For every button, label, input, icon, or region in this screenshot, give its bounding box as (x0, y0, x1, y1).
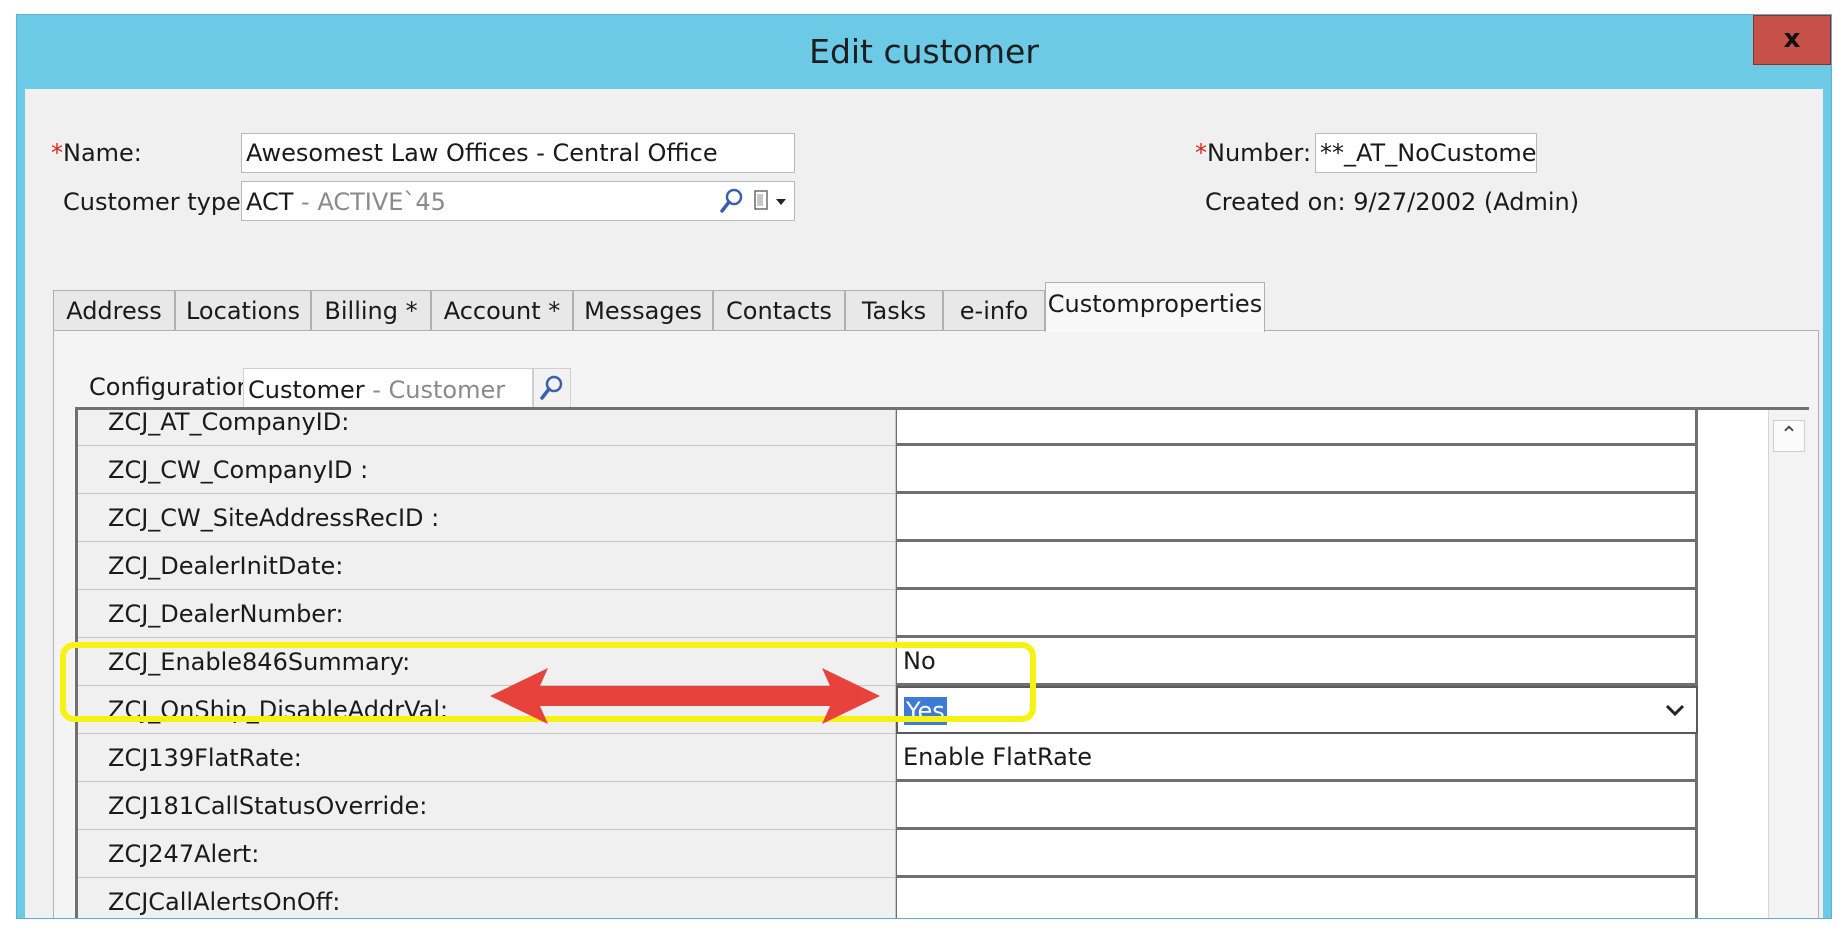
edit-customer-window: Edit customer x *Name: Awesomest Law Off… (16, 14, 1832, 919)
double-arrow-icon (490, 668, 880, 724)
property-name: ZCJ_CW_SiteAddressRecID : (78, 494, 896, 542)
name-input[interactable]: Awesomest Law Offices - Central Office (241, 133, 795, 173)
property-name: ZCJ139FlatRate: (78, 734, 896, 782)
property-value[interactable]: Enable FlatRate (896, 734, 1698, 782)
property-value[interactable] (896, 410, 1698, 446)
name-label-text: Name: (63, 139, 142, 167)
property-value[interactable] (896, 446, 1698, 494)
property-row: ZCJ181CallStatusOverride: (78, 782, 1698, 831)
property-name: ZCJ247Alert: (78, 830, 896, 878)
tab-e-info[interactable]: e-info (943, 290, 1045, 331)
tab-customproperties[interactable]: Customproperties (1045, 282, 1265, 332)
customer-type-desc: - ACTIVE`45 (293, 188, 446, 216)
chevron-down-icon[interactable] (1664, 688, 1686, 732)
number-input[interactable]: **_AT_NoCustomer (1315, 133, 1537, 173)
dialog-body: *Name: Awesomest Law Offices - Central O… (25, 89, 1823, 918)
name-input-value: Awesomest Law Offices - Central Office (246, 139, 718, 167)
property-row: ZCJ_DealerNumber: (78, 590, 1698, 639)
configuration-label: Configuration: (89, 373, 260, 401)
property-value[interactable] (896, 782, 1698, 830)
property-name: ZCJ181CallStatusOverride: (78, 782, 896, 830)
property-row: ZCJCallAlertsOnOff: (78, 878, 1698, 918)
configuration-input[interactable]: Customer - Customer (243, 368, 533, 408)
property-row: ZCJ139FlatRate: Enable FlatRate (78, 734, 1698, 783)
tab-locations[interactable]: Locations (175, 290, 311, 331)
property-row: ZCJ_AT_CompanyID: (78, 410, 1698, 447)
property-value[interactable] (896, 542, 1698, 590)
configuration-value: Customer (248, 376, 365, 404)
property-name: ZCJ_DealerNumber: (78, 590, 896, 638)
property-name: ZCJ_AT_CompanyID: (78, 410, 896, 446)
property-row: ZCJ247Alert: (78, 830, 1698, 879)
scroll-up-icon[interactable]: ⌃ (1773, 420, 1805, 452)
property-value[interactable] (896, 590, 1698, 638)
tab-messages[interactable]: Messages (573, 290, 713, 331)
property-name: ZCJCallAlertsOnOff: (78, 878, 896, 918)
customer-type-dropdown-icon[interactable] (751, 185, 791, 217)
tab-tasks[interactable]: Tasks (845, 290, 943, 331)
name-required-marker: * (51, 139, 63, 167)
number-label-text: Number: (1207, 139, 1312, 167)
property-row: ZCJ_CW_SiteAddressRecID : (78, 494, 1698, 543)
tab-billing[interactable]: Billing * (311, 290, 431, 331)
customer-type-input[interactable]: ACT - ACTIVE`45 (241, 181, 795, 221)
number-required-marker: * (1195, 139, 1207, 167)
number-label: *Number: (1195, 139, 1311, 167)
property-name: ZCJ_CW_CompanyID : (78, 446, 896, 494)
tab-contacts[interactable]: Contacts (713, 290, 845, 331)
created-on-text: Created on: 9/27/2002 (Admin) (1205, 188, 1580, 216)
configuration-search-icon[interactable] (533, 368, 571, 408)
property-value[interactable] (896, 878, 1698, 918)
number-input-value: **_AT_NoCustomer (1320, 139, 1537, 167)
property-row: ZCJ_DealerInitDate: (78, 542, 1698, 591)
window-title: Edit customer (809, 32, 1039, 71)
property-value[interactable] (896, 494, 1698, 542)
configuration-desc: - Customer (364, 376, 506, 404)
customer-type-code: ACT (246, 188, 294, 216)
property-name: ZCJ_DealerInitDate: (78, 542, 896, 590)
name-label: *Name: (51, 139, 142, 167)
tab-address[interactable]: Address (53, 290, 175, 331)
property-value[interactable] (896, 830, 1698, 878)
tab-account[interactable]: Account * (431, 290, 573, 331)
close-button[interactable]: x (1753, 15, 1831, 65)
customer-type-label: Customer type: (63, 188, 249, 216)
vertical-scrollbar[interactable]: ⌃ (1768, 410, 1809, 918)
customer-type-search-icon[interactable] (717, 185, 747, 217)
property-row: ZCJ_CW_CompanyID : (78, 446, 1698, 495)
